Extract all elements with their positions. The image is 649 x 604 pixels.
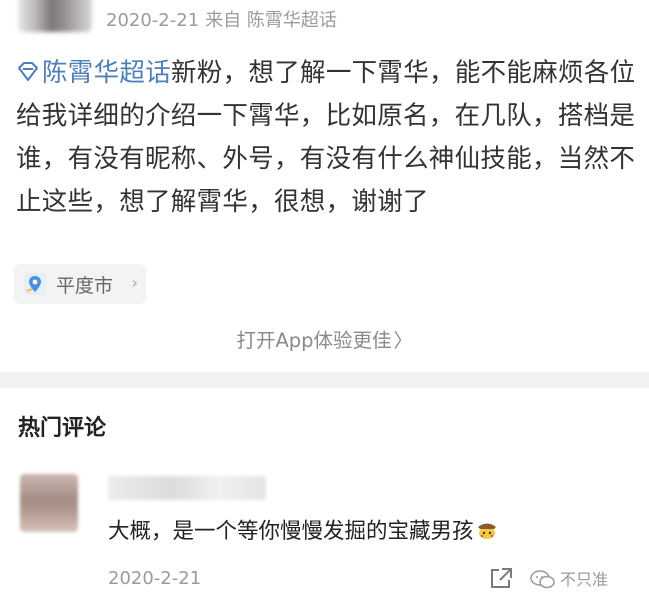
hot-comments-title: 热门评论 — [18, 416, 107, 441]
share-icon[interactable] — [488, 566, 514, 590]
open-app-button[interactable]: 打开App体验更佳〉 — [0, 324, 649, 353]
commenter-name-blurred[interactable] — [108, 476, 266, 500]
super-topic-label: 陈霄华超话 — [42, 58, 172, 88]
wechat-logo-icon — [530, 570, 555, 589]
location-chip[interactable]: 平度市 › — [14, 264, 146, 304]
super-topic-diamond-icon — [18, 62, 38, 81]
chevron-right-icon: 〉 — [393, 330, 413, 352]
comment-time: 2020-2-21 — [108, 568, 202, 589]
open-app-label: 打开App体验更佳 — [236, 329, 392, 352]
pikachu-detective-emoji — [477, 523, 496, 539]
post-meta: 2020-2-21 来自 陈霄华超话 — [106, 6, 337, 32]
weibo-post: 2020-2-21 来自 陈霄华超话 陈霄华超话新粉，想了解一下霄华，能不能麻烦各… — [0, 0, 649, 370]
watermark: 不只准 — [530, 566, 608, 590]
post-date: 2020-2-21 — [106, 10, 200, 31]
comment-item: 大概，是一个等你慢慢发掘的宝藏男孩 2020-2-21 不只准 — [0, 466, 649, 604]
super-topic-link[interactable]: 陈霄华超话 — [16, 58, 171, 88]
comment-text-content: 大概，是一个等你慢慢发掘的宝藏男孩 — [108, 519, 474, 544]
comment-text: 大概，是一个等你慢慢发掘的宝藏男孩 — [108, 514, 498, 545]
user-avatar-blurred[interactable] — [18, 0, 92, 32]
post-body: 陈霄华超话新粉，想了解一下霄华，能不能麻烦各位给我详细的介绍一下霄华，比如原名，… — [16, 52, 636, 224]
location-pin-icon — [24, 273, 46, 295]
commenter-avatar-blurred[interactable] — [20, 474, 78, 532]
watermark-text: 不只准 — [560, 570, 609, 589]
section-divider — [0, 372, 649, 388]
post-source[interactable]: 来自 陈霄华超话 — [205, 10, 337, 31]
chevron-right-icon: › — [131, 273, 138, 292]
location-label: 平度市 — [56, 274, 114, 297]
